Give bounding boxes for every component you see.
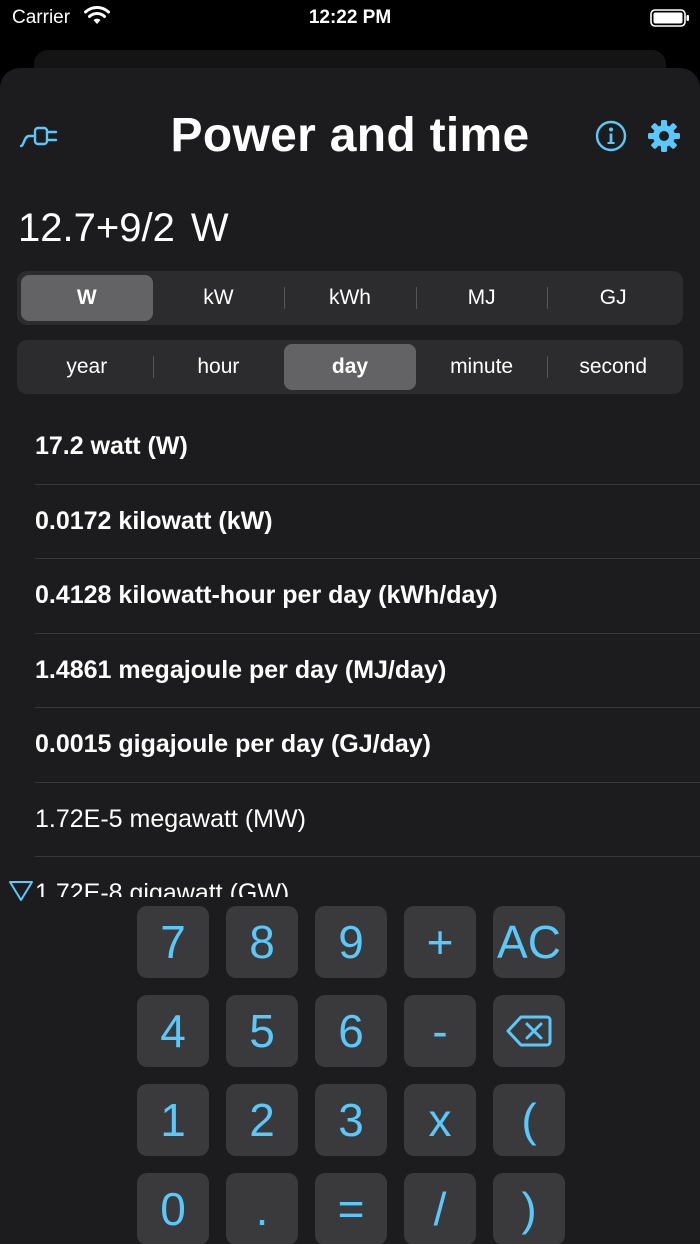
key-5[interactable]: 5 xyxy=(226,995,298,1067)
key-9[interactable]: 9 xyxy=(315,906,387,978)
clock-label: 12:22 PM xyxy=(308,7,392,28)
unit-segmented-control: W kW kWh MJ GJ xyxy=(17,271,683,325)
backspace-key[interactable] xyxy=(493,995,565,1067)
result-row-gigawatt[interactable]: 1.72E-8 gigawatt (GW) xyxy=(35,857,700,897)
key-multiply[interactable]: x xyxy=(404,1084,476,1156)
segment-time-minute[interactable]: minute xyxy=(416,344,548,390)
expression-value: 12.7+9/2 xyxy=(18,206,175,250)
expression-unit: W xyxy=(190,206,229,250)
gear-icon[interactable] xyxy=(647,119,681,158)
key-0[interactable]: 0 xyxy=(137,1173,209,1244)
backspace-icon xyxy=(506,1015,552,1047)
result-row-mj-day[interactable]: 1.4861 megajoule per day (MJ/day) xyxy=(35,634,700,708)
segment-time-hour[interactable]: hour xyxy=(152,344,285,390)
result-row-megawatt[interactable]: 1.72E-5 megawatt (MW) xyxy=(35,783,700,857)
result-row-watt[interactable]: 17.2 watt (W) xyxy=(35,410,700,485)
info-icon[interactable] xyxy=(595,120,627,157)
key-2[interactable]: 2 xyxy=(226,1084,298,1156)
segment-unit-kw[interactable]: kW xyxy=(153,275,285,321)
segment-time-year[interactable]: year xyxy=(21,344,153,390)
key-6[interactable]: 6 xyxy=(315,995,387,1067)
segment-time-second[interactable]: second xyxy=(547,344,679,390)
battery-icon xyxy=(650,8,690,34)
key-equals[interactable]: = xyxy=(315,1173,387,1244)
segment-unit-kwh[interactable]: kWh xyxy=(284,275,416,321)
key-3[interactable]: 3 xyxy=(315,1084,387,1156)
key-all-clear[interactable]: AC xyxy=(493,906,565,978)
key-7[interactable]: 7 xyxy=(137,906,209,978)
key-minus[interactable]: - xyxy=(404,995,476,1067)
key-1[interactable]: 1 xyxy=(137,1084,209,1156)
segment-unit-gj[interactable]: GJ xyxy=(547,275,679,321)
key-open-paren[interactable]: ( xyxy=(493,1084,565,1156)
segment-unit-mj[interactable]: MJ xyxy=(415,275,548,321)
time-segmented-control: year hour day minute second xyxy=(17,340,683,394)
key-4[interactable]: 4 xyxy=(137,995,209,1067)
segment-time-day[interactable]: day xyxy=(284,344,416,390)
key-close-paren[interactable]: ) xyxy=(493,1173,565,1244)
results-list: 17.2 watt (W) 0.0172 kilowatt (kW) 0.412… xyxy=(35,410,700,897)
key-divide[interactable]: / xyxy=(404,1173,476,1244)
key-plus[interactable]: + xyxy=(404,906,476,978)
converter-sheet: Power and time 12.7+9/2 W W kW kWh MJ GJ… xyxy=(0,68,700,1244)
segment-unit-w[interactable]: W xyxy=(21,275,153,321)
status-bar: Carrier 12:22 PM xyxy=(0,0,700,44)
result-row-kilowatt[interactable]: 0.0172 kilowatt (kW) xyxy=(35,485,700,559)
result-row-kwh-day[interactable]: 0.4128 kilowatt-hour per day (kWh/day) xyxy=(35,559,700,634)
result-row-gj-day[interactable]: 0.0015 gigajoule per day (GJ/day) xyxy=(35,708,700,783)
key-8[interactable]: 8 xyxy=(226,906,298,978)
key-decimal[interactable]: . xyxy=(226,1173,298,1244)
triangle-down-icon[interactable] xyxy=(8,880,34,907)
expression-display: 12.7+9/2 W xyxy=(18,206,229,251)
